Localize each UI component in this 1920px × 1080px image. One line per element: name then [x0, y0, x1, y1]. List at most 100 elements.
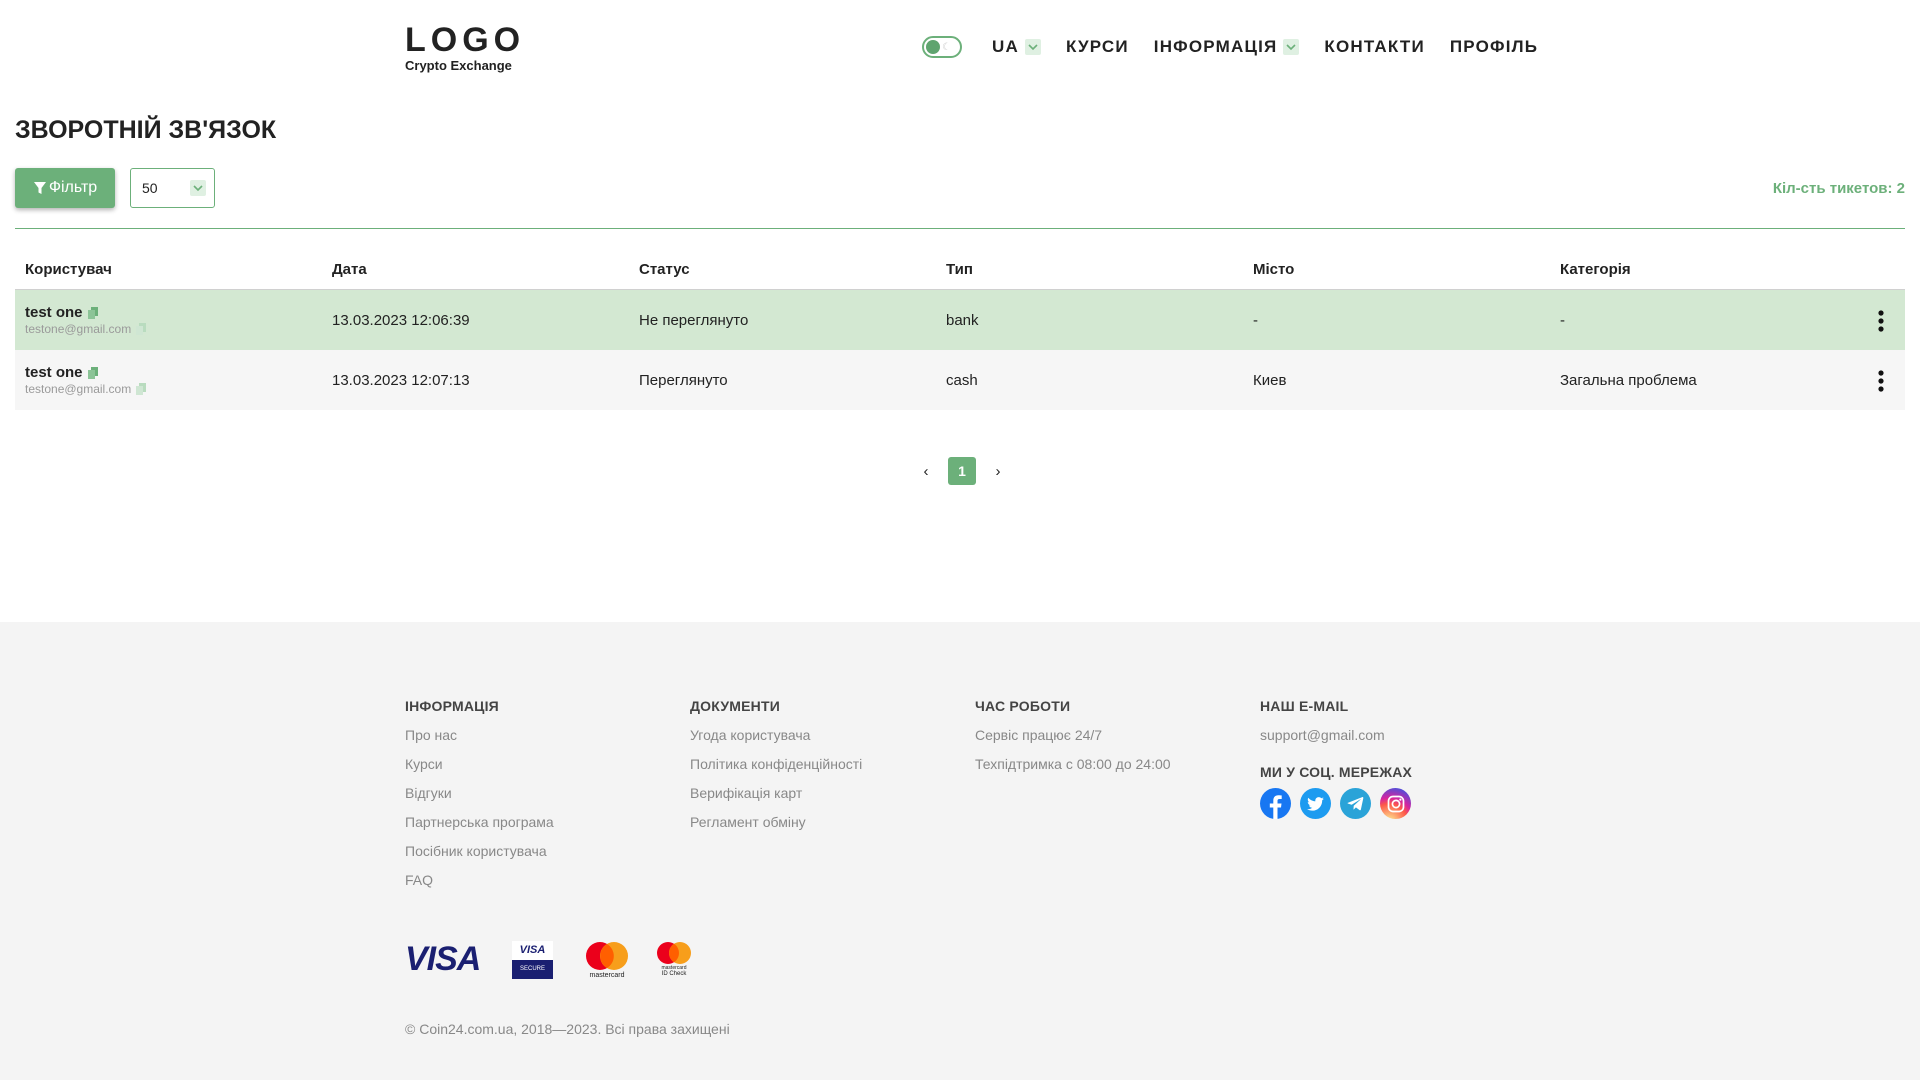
theme-toggle[interactable]: ☾ — [922, 36, 962, 58]
status-cell: Не переглянуто — [639, 311, 749, 329]
nav-item-profile[interactable]: ПРОФІЛЬ — [1450, 37, 1538, 57]
column-header-city[interactable]: Місто — [1243, 261, 1550, 278]
mastercard-id-check-circles — [657, 942, 691, 964]
filter-icon — [33, 182, 46, 194]
user-email: testone@gmail.com — [25, 382, 322, 396]
page-number-current[interactable]: 1 — [948, 457, 976, 485]
visa-logo-text: VISA — [405, 940, 481, 978]
user-cell: test one testone@gmail.com — [15, 304, 322, 336]
logo-text: LOGO — [405, 21, 526, 59]
per-page-select[interactable]: 50 — [130, 168, 215, 208]
toggle-knob — [926, 40, 940, 54]
social-links — [1260, 788, 1412, 819]
table-header: Користувач Дата Статус Тип Місто Категор… — [15, 250, 1905, 290]
nav-item-rates[interactable]: КУРСИ — [1066, 37, 1129, 57]
telegram-icon[interactable] — [1340, 788, 1371, 819]
copyright: © Coin24.com.ua, 2018—2023. Всі права за… — [405, 1021, 730, 1037]
chevron-down-icon — [1283, 39, 1300, 55]
column-header-date[interactable]: Дата — [322, 261, 629, 278]
copy-icon[interactable] — [136, 383, 147, 395]
logo-tagline: Crypto Exchange — [405, 58, 512, 73]
user-name: test one — [25, 304, 322, 321]
next-page-button[interactable]: › — [986, 463, 1010, 480]
copy-icon[interactable] — [87, 366, 98, 379]
nav-item-contacts[interactable]: КОНТАКТИ — [1324, 37, 1424, 57]
footer-link-user-agreement[interactable]: Угода користувача — [690, 726, 862, 744]
payment-logos: VISA VISA SECURE mastercard mastercard I… — [405, 940, 694, 979]
main-nav: ☾ UA КУРСИ ІНФОРМАЦІЯ КОНТАКТИ ПРОФІЛЬ — [922, 34, 1563, 60]
instagram-icon[interactable] — [1380, 788, 1411, 819]
prev-page-button[interactable]: ‹ — [914, 463, 938, 480]
type-cell: cash — [946, 371, 978, 389]
ticket-count: Кіл-сть тикетов: 2 — [1772, 180, 1905, 197]
user-email: testone@gmail.com — [25, 322, 322, 336]
chevron-down-icon — [190, 180, 206, 196]
mastercard-circles — [586, 941, 628, 970]
visa-secure-top: VISA — [512, 940, 553, 960]
footer-link-about[interactable]: Про нас — [405, 726, 554, 744]
mastercard-id-check-logo: mastercard ID Check — [654, 941, 694, 978]
city-cell: - — [1253, 311, 1258, 329]
table-row[interactable]: test one testone@gmail.com 13.03.2023 12… — [15, 290, 1905, 350]
date-cell: 13.03.2023 12:06:39 — [332, 311, 470, 329]
pagination: ‹ 1 › — [914, 457, 1010, 485]
table-row[interactable]: test one testone@gmail.com 13.03.2023 12… — [15, 350, 1905, 410]
footer-docs-title: ДОКУМЕНТИ — [690, 698, 780, 714]
nav-item-info[interactable]: ІНФОРМАЦІЯ — [1154, 37, 1300, 57]
footer-hours-service: Сервіс працює 24/7 — [975, 727, 1103, 743]
user-cell: test one testone@gmail.com — [15, 364, 322, 396]
footer-link-partner[interactable]: Партнерська програма — [405, 813, 554, 831]
footer-social-title: МИ У СОЦ. МЕРЕЖАХ — [1260, 764, 1413, 780]
category-cell: - — [1560, 311, 1565, 329]
more-options-icon[interactable] — [1877, 310, 1885, 332]
filter-button[interactable]: Фільтр — [15, 168, 115, 208]
footer-info-column: ІНФОРМАЦІЯ Про нас Курси Відгуки Партнер… — [405, 698, 554, 900]
footer-hours-support: Техпідтримка с 08:00 до 24:00 — [975, 756, 1171, 772]
mastercard-logo: mastercard — [583, 941, 631, 979]
footer-link-guide[interactable]: Посібник користувача — [405, 842, 554, 860]
tickets-table: Користувач Дата Статус Тип Місто Категор… — [15, 250, 1905, 410]
twitter-icon[interactable] — [1300, 788, 1331, 819]
chevron-down-icon — [1024, 39, 1041, 55]
footer-link-card-verification[interactable]: Верифікація карт — [690, 784, 862, 802]
footer-hours-title: ЧАС РОБОТИ — [975, 698, 1071, 714]
facebook-icon[interactable] — [1260, 788, 1291, 819]
category-cell: Загальна проблема — [1560, 371, 1697, 389]
column-header-category[interactable]: Категорія — [1550, 261, 1857, 278]
divider — [15, 228, 1905, 229]
site-footer: ІНФОРМАЦІЯ Про нас Курси Відгуки Партнер… — [0, 622, 1920, 1080]
footer-email-title: НАШ E-MAIL — [1260, 698, 1349, 714]
footer-hours-column: ЧАС РОБОТИ Сервіс працює 24/7 Техпідтрим… — [975, 698, 1171, 784]
user-email-text: testone@gmail.com — [25, 382, 132, 396]
footer-link-exchange-rules[interactable]: Регламент обміну — [690, 813, 862, 831]
site-header: LOGO Crypto Exchange ☾ UA КУРСИ ІНФОРМАЦ… — [0, 0, 1920, 95]
column-header-status[interactable]: Статус — [629, 261, 936, 278]
user-email-text: testone@gmail.com — [25, 322, 132, 336]
column-header-user[interactable]: Користувач — [15, 261, 322, 278]
city-cell: Киев — [1253, 371, 1287, 389]
footer-docs-column: ДОКУМЕНТИ Угода користувача Політика кон… — [690, 698, 862, 842]
user-name-text: test one — [25, 304, 83, 321]
more-options-icon[interactable] — [1877, 370, 1885, 392]
moon-icon: ☾ — [942, 42, 951, 53]
copy-icon[interactable] — [87, 306, 98, 319]
mastercard-id-check-text-2: ID Check — [661, 971, 687, 977]
copy-icon[interactable] — [136, 323, 147, 335]
status-cell: Переглянуто — [639, 371, 728, 389]
language-label: UA — [992, 37, 1019, 56]
footer-link-reviews[interactable]: Відгуки — [405, 784, 554, 802]
footer-link-faq[interactable]: FAQ — [405, 871, 554, 889]
visa-logo: VISA — [405, 940, 485, 979]
footer-link-rates[interactable]: Курси — [405, 755, 554, 773]
footer-link-privacy[interactable]: Політика конфіденційності — [690, 755, 862, 773]
footer-email-link[interactable]: support@gmail.com — [1260, 726, 1412, 744]
user-name: test one — [25, 364, 322, 381]
language-selector[interactable]: UA — [992, 37, 1041, 57]
visa-secure-logo: VISA SECURE — [512, 940, 553, 979]
column-header-type[interactable]: Тип — [936, 261, 1243, 278]
mastercard-logo-text: mastercard — [589, 971, 625, 979]
type-cell: bank — [946, 311, 979, 329]
logo[interactable]: LOGO Crypto Exchange — [405, 22, 525, 73]
filter-button-label: Фільтр — [48, 179, 98, 196]
visa-secure-bottom: SECURE — [512, 959, 553, 979]
